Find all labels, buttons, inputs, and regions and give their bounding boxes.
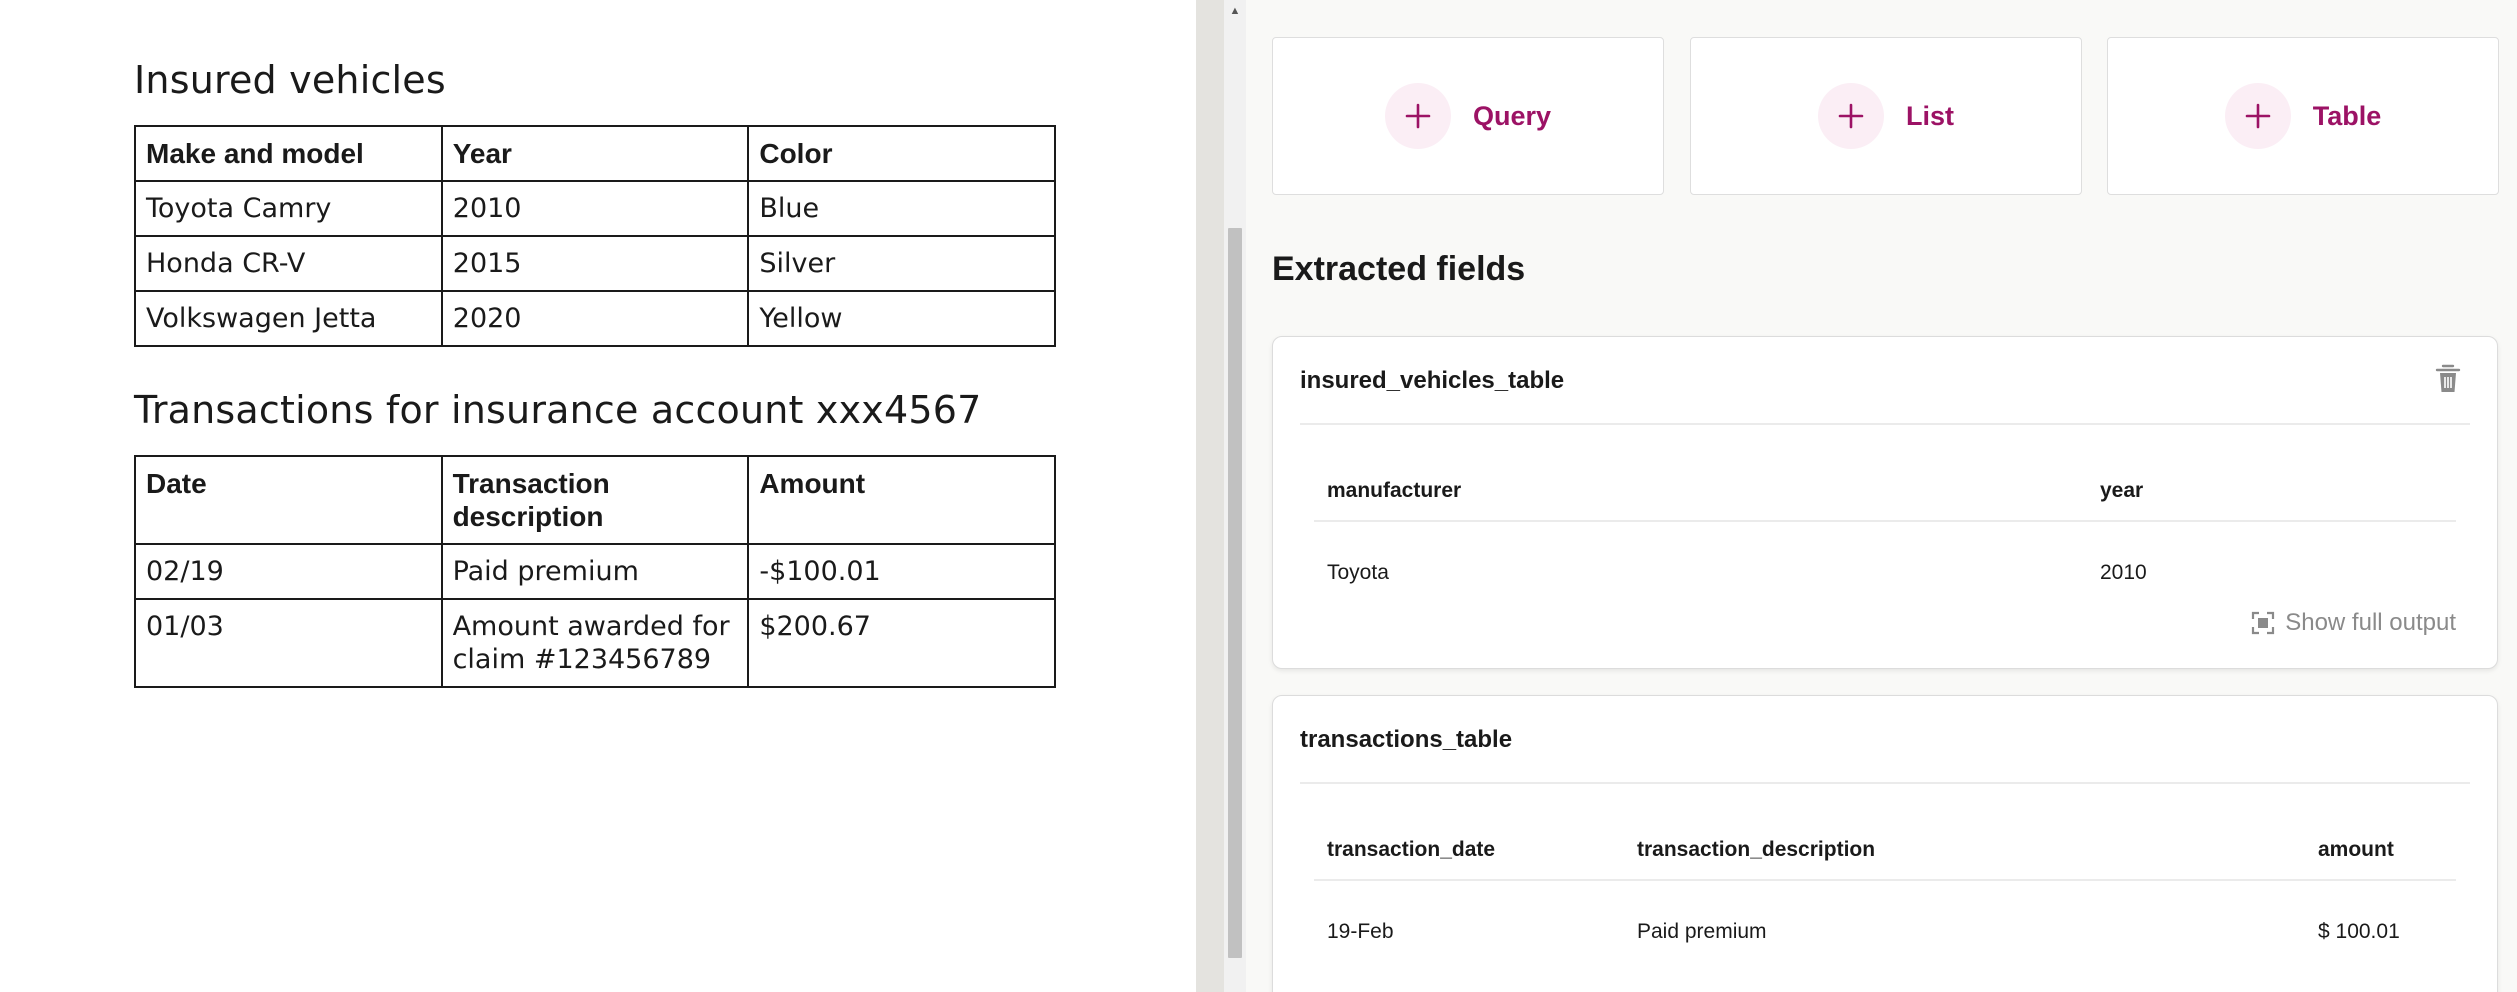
field-card-transactions[interactable]: transactions_table transaction_date tran… (1272, 695, 2498, 992)
panel-scrollbar[interactable]: ▲ (1224, 0, 1246, 992)
add-list-button[interactable]: List (1690, 37, 2082, 195)
table-header-row: Make and model Year Color (134, 125, 1056, 182)
table-cell: Amount awarded for claim #123456789 (440, 598, 750, 688)
table-cell: 2020 (440, 290, 750, 347)
trash-icon[interactable] (2434, 363, 2462, 395)
table-cell: $ 100.01 (2318, 920, 2400, 943)
table-cell: $200.67 (747, 598, 1056, 688)
table-cell: 2015 (440, 235, 750, 292)
document-view: Insured vehicles Make and model Year Col… (0, 0, 1196, 992)
table-cell: 01/03 (134, 598, 443, 688)
table-row: Honda CR-V 2015 Silver (134, 235, 1056, 292)
field-card-insured-vehicles[interactable]: insured_vehicles_table manufacturer year… (1272, 336, 2498, 669)
row-divider (1314, 879, 2456, 881)
card-divider (1300, 782, 2470, 784)
table-cell: -$100.01 (747, 543, 1056, 600)
table-header-row: Date Transaction description Amount (134, 455, 1056, 545)
vehicles-heading: Insured vehicles (134, 58, 446, 102)
table-row: 01/03 Amount awarded for claim #12345678… (134, 598, 1056, 688)
scroll-up-arrow-icon[interactable]: ▲ (1224, 0, 1246, 22)
field-name: transactions_table (1300, 726, 1513, 753)
table-cell: Paid premium (1637, 920, 1767, 943)
column-header: amount (2318, 838, 2394, 861)
table-cell: 02/19 (134, 543, 443, 600)
table-cell: Honda CR-V (134, 235, 443, 292)
table-cell: 2010 (440, 180, 750, 237)
column-header: manufacturer (1327, 479, 1462, 502)
table-cell: 19-Feb (1327, 920, 1394, 943)
add-table-label: Table (2312, 100, 2382, 131)
table-cell: Blue (747, 180, 1056, 237)
table-header-cell: Amount (747, 455, 1056, 545)
show-full-output-label: Show full output (2285, 609, 2456, 636)
show-full-output-button[interactable]: Show full output (2251, 609, 2456, 637)
plus-icon (1384, 83, 1451, 149)
table-header-cell: Color (747, 125, 1056, 182)
table-row: Volkswagen Jetta 2020 Yellow (134, 290, 1056, 347)
column-header: transaction_description (1637, 838, 1876, 861)
table-cell: Volkswagen Jetta (134, 290, 443, 347)
card-divider (1300, 423, 2470, 425)
section-title: Extracted fields (1272, 250, 1526, 288)
transactions-doc-table: Date Transaction description Amount 02/1… (134, 455, 1056, 688)
expand-frame-icon (2252, 611, 2275, 635)
table-header-cell: Year (440, 125, 750, 182)
table-cell: Silver (747, 235, 1056, 292)
pane-divider[interactable] (1196, 0, 1224, 992)
table-cell: Yellow (747, 290, 1056, 347)
column-header: year (2100, 479, 2144, 502)
column-header: transaction_date (1327, 838, 1496, 861)
table-cell: Toyota (1327, 561, 1389, 584)
plus-icon (2224, 83, 2291, 149)
transactions-heading: Transactions for insurance account xxx45… (134, 388, 982, 432)
table-cell: Toyota Camry (134, 180, 443, 237)
plus-icon (1817, 83, 1884, 149)
add-table-button[interactable]: Table (2107, 37, 2499, 195)
table-header-cell: Date (134, 455, 443, 545)
table-cell: 2010 (2100, 561, 2147, 584)
table-header-cell: Make and model (134, 125, 443, 182)
table-row: Toyota Camry 2010 Blue (134, 180, 1056, 237)
add-query-button[interactable]: Query (1272, 37, 1664, 195)
add-query-label: Query (1472, 100, 1552, 131)
row-divider (1314, 520, 2456, 522)
table-cell: Paid premium (440, 543, 750, 600)
vehicles-table: Make and model Year Color Toyota Camry 2… (134, 125, 1056, 347)
field-name: insured_vehicles_table (1300, 367, 1565, 394)
table-header-cell: Transaction description (440, 455, 750, 545)
extraction-panel: Query List Table Extracted fields insure… (1246, 0, 2517, 992)
table-row: 02/19 Paid premium -$100.01 (134, 543, 1056, 600)
scrollbar-thumb[interactable] (1228, 228, 1242, 958)
add-list-label: List (1905, 100, 1954, 131)
